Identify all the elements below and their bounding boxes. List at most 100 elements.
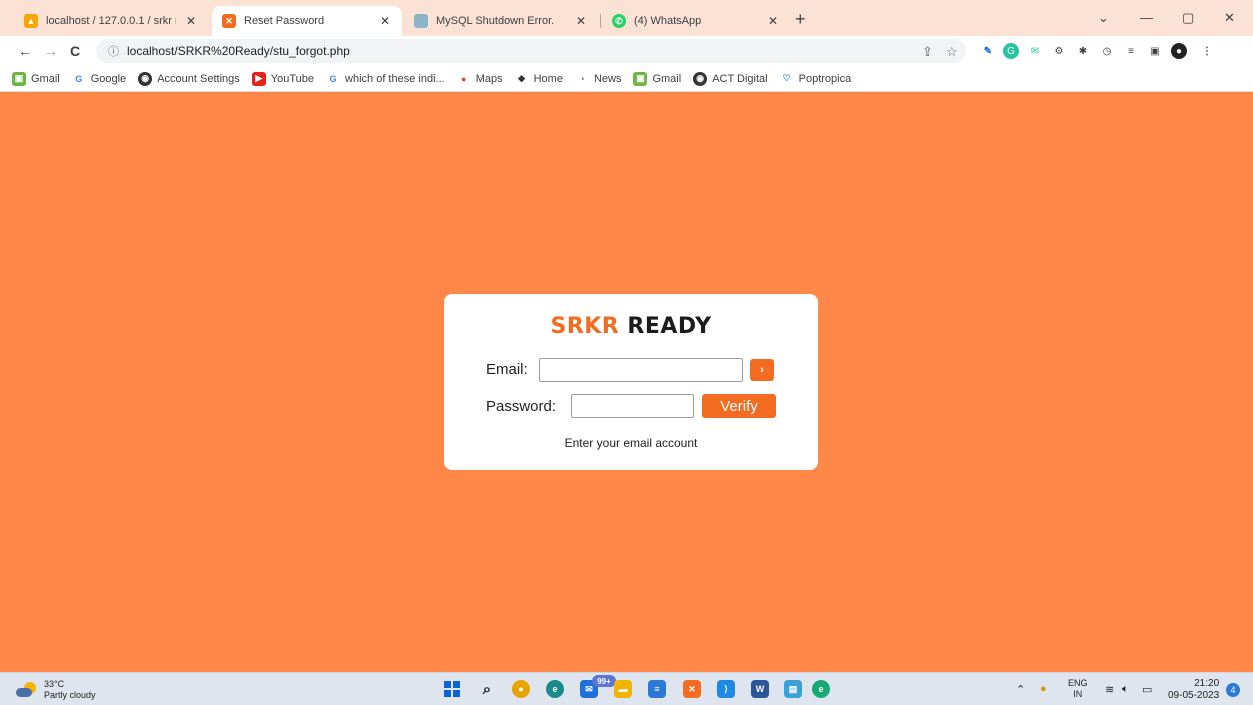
- file-explorer-icon[interactable]: ▬: [614, 680, 632, 698]
- bookmark-act-digital[interactable]: ◉ ACT Digital: [693, 71, 768, 86]
- taskbar: 33°C Partly cloudy ⌕ ● e ✉ 99+ ▬ ≡ ✕ ⟩ W…: [0, 672, 1253, 705]
- bookmark-label: Home: [533, 72, 563, 85]
- password-input[interactable]: [571, 394, 694, 418]
- notification-count-badge[interactable]: 4: [1226, 683, 1240, 697]
- bookmark-label: which of these indi...: [345, 72, 445, 85]
- email-submit-button[interactable]: ›: [750, 359, 774, 381]
- hint-text: Enter your email account: [564, 436, 698, 450]
- back-icon[interactable]: ←: [18, 43, 32, 59]
- poptropica-icon: ♡: [782, 73, 791, 83]
- chrome-icon[interactable]: ●: [512, 680, 530, 698]
- email-label: Email:: [486, 361, 528, 378]
- tab-reset-password[interactable]: ✕ Reset Password ✕: [212, 6, 402, 36]
- tab-phpmyadmin[interactable]: ▲ localhost / 127.0.0.1 / srkr ready ✕: [14, 6, 208, 36]
- language-indicator[interactable]: ENG IN: [1068, 678, 1088, 700]
- tab-strip: ▲ localhost / 127.0.0.1 / srkr ready ✕ ✕…: [0, 0, 1253, 36]
- notes-icon[interactable]: ▤: [784, 680, 802, 698]
- extension-tools-icon[interactable]: ⚙: [1051, 43, 1067, 59]
- reading-icon[interactable]: ◷: [1099, 43, 1115, 59]
- srkr-ready-logo: SRKR READY: [444, 314, 818, 339]
- lang-code: ENG: [1068, 678, 1088, 688]
- notification-badge: 99+: [592, 675, 616, 687]
- bookmark-label: ACT Digital: [712, 72, 768, 85]
- volume-muted-icon[interactable]: 🔈︎: [1122, 683, 1129, 696]
- close-icon[interactable]: ✕: [766, 14, 780, 28]
- mail-extension-icon[interactable]: ✉: [1027, 43, 1043, 59]
- tab-title: MySQL Shutdown Error.: [436, 15, 555, 27]
- tab-title: Reset Password: [244, 15, 325, 27]
- toolbar: ← → C ⓘ localhost/SRKR%20Ready/stu_forgo…: [0, 36, 1253, 66]
- close-icon[interactable]: ✕: [574, 14, 588, 28]
- tray-chevron-icon[interactable]: ⌃: [1016, 683, 1025, 696]
- menu-icon[interactable]: ⋮: [1199, 43, 1215, 59]
- window-close-icon[interactable]: ✕: [1224, 10, 1235, 26]
- tab-separator: [600, 14, 601, 28]
- extensions-puzzle-icon[interactable]: ✱: [1075, 43, 1091, 59]
- bookmark-account-settings[interactable]: ◉ Account Settings: [138, 71, 240, 86]
- profile-avatar[interactable]: ●: [1171, 43, 1187, 59]
- logo-part-ready: READY: [627, 314, 712, 339]
- bookmark-poptropica[interactable]: ♡ Poptropica: [780, 72, 852, 86]
- bookmark-gmail[interactable]: ▣ Gmail: [12, 71, 60, 86]
- reload-icon[interactable]: C: [70, 43, 80, 59]
- bookmark-label: Gmail: [652, 72, 682, 85]
- side-panel-icon[interactable]: ▣: [1147, 43, 1163, 59]
- bookmark-star-icon[interactable]: ☆: [946, 44, 958, 60]
- new-tab-button[interactable]: +: [795, 10, 806, 28]
- google-icon: G: [329, 73, 337, 84]
- whatsapp-icon: ✆: [612, 14, 626, 28]
- partly-cloudy-icon: [16, 682, 36, 698]
- battery-icon[interactable]: ▭: [1142, 683, 1152, 696]
- minimize-icon[interactable]: —: [1140, 10, 1153, 25]
- password-label: Password:: [486, 398, 557, 415]
- windows-start-icon[interactable]: [443, 680, 461, 698]
- bookmark-label: News: [593, 72, 622, 85]
- news-icon: ◔: [579, 73, 585, 84]
- weather-widget[interactable]: 33°C Partly cloudy: [16, 679, 96, 701]
- system-clock[interactable]: 21:20 09-05-2023: [1168, 678, 1219, 702]
- address-bar[interactable]: ⓘ localhost/SRKR%20Ready/stu_forgot.php: [96, 39, 966, 63]
- tray-app-icon[interactable]: ●: [1040, 683, 1047, 695]
- search-icon[interactable]: ⌕: [478, 680, 496, 698]
- weather-desc: Partly cloudy: [44, 690, 96, 700]
- site-info-icon[interactable]: ⓘ: [108, 43, 119, 59]
- vscode-icon[interactable]: ⟩: [717, 680, 735, 698]
- clock-date: 09-05-2023: [1168, 690, 1220, 701]
- logo-part-srkr: SRKR: [550, 314, 620, 339]
- edge-icon[interactable]: e: [546, 680, 564, 698]
- edge-dev-icon[interactable]: e: [812, 680, 830, 698]
- xampp-taskbar-icon[interactable]: ✕: [683, 680, 701, 698]
- bookmark-label: Maps: [475, 72, 503, 85]
- forward-icon[interactable]: →: [44, 43, 58, 59]
- bookmark-label: Account Settings: [157, 72, 240, 85]
- restore-icon[interactable]: ▢: [1182, 10, 1194, 26]
- google-icon: G: [75, 73, 83, 84]
- bookmark-google[interactable]: G Google: [72, 72, 126, 86]
- grammarly-icon[interactable]: G: [1003, 43, 1019, 59]
- tab-search-icon[interactable]: ⌄: [1098, 10, 1109, 26]
- tab-title: localhost / 127.0.0.1 / srkr ready: [46, 15, 176, 27]
- lang-region: IN: [1073, 689, 1083, 699]
- tab-whatsapp[interactable]: ✆ (4) WhatsApp ✕: [602, 6, 790, 36]
- bookmark-label: Google: [90, 72, 127, 85]
- pen-extension-icon[interactable]: ✎: [980, 43, 996, 59]
- bookmark-news[interactable]: ◔ News: [575, 72, 622, 86]
- close-icon[interactable]: ✕: [378, 14, 392, 28]
- share-icon[interactable]: ⇪: [922, 44, 933, 60]
- bookmarks-bar: ▣ Gmail G Google ◉ Account Settings ▶ YouTub…: [0, 66, 1253, 92]
- wifi-icon[interactable]: ≋: [1105, 683, 1114, 696]
- bookmark-gmail-2[interactable]: ▣ Gmail: [633, 71, 682, 86]
- bookmark-home[interactable]: ◆ Home: [515, 72, 563, 86]
- bookmark-which-indi[interactable]: Gwhich of these indi...: [326, 72, 445, 86]
- email-input[interactable]: [539, 358, 743, 382]
- close-icon[interactable]: ✕: [184, 14, 198, 28]
- bookmark-maps[interactable]: ● Maps: [457, 72, 503, 86]
- account-icon: ◉: [138, 71, 153, 86]
- home-icon: ◆: [518, 73, 526, 83]
- verify-button[interactable]: Verify: [702, 394, 776, 418]
- notepad-icon[interactable]: ≡: [648, 680, 666, 698]
- tab-mysql-error[interactable]: MySQL Shutdown Error. ✕: [404, 6, 598, 36]
- reading-list-icon[interactable]: ≡: [1123, 43, 1139, 59]
- bookmark-youtube[interactable]: ▶ YouTube: [251, 71, 314, 86]
- word-icon[interactable]: W: [751, 680, 769, 698]
